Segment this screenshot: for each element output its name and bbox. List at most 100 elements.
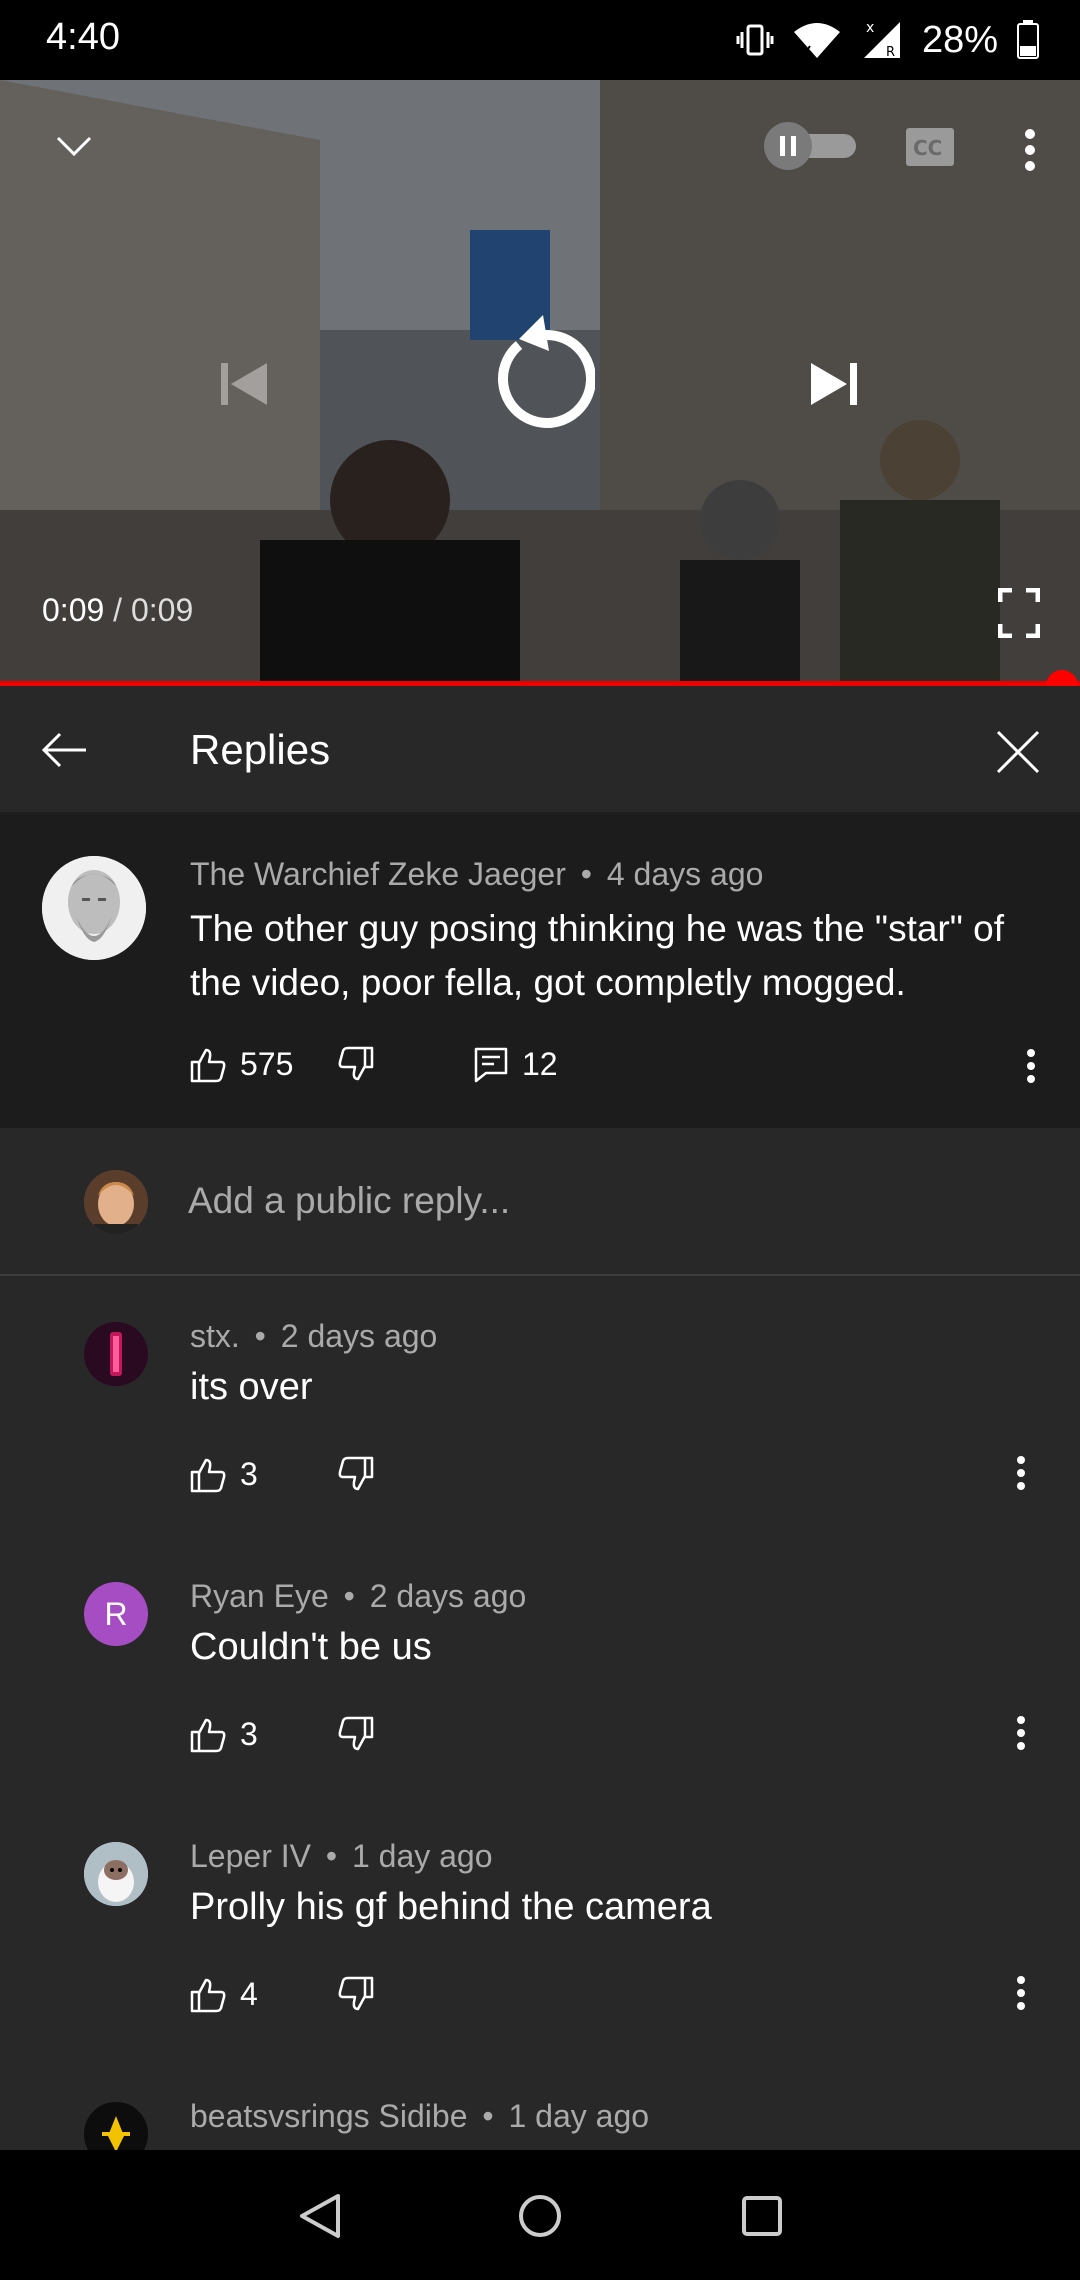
- duration: 0:09: [130, 592, 194, 628]
- like-button[interactable]: 575: [190, 1046, 293, 1083]
- dislike-button[interactable]: [338, 1456, 374, 1492]
- nav-recents-button[interactable]: [732, 2186, 792, 2246]
- thumbs-up-icon: [190, 1978, 226, 2012]
- back-button[interactable]: [34, 724, 94, 776]
- thumbs-up-icon: [190, 1718, 226, 1752]
- neon-avatar-image: [84, 1322, 148, 1386]
- more-vert-icon: [1017, 1456, 1025, 1490]
- thumbs-up-icon: [190, 1048, 226, 1082]
- nav-back-icon: [300, 2194, 340, 2238]
- reply-comment-icon: [474, 1047, 508, 1082]
- system-nav-bar: [0, 2150, 1080, 2280]
- thumbs-down-icon: [338, 1976, 374, 2011]
- comment-author[interactable]: The Warchief Zeke Jaeger: [190, 856, 566, 892]
- comment-more-button[interactable]: [1016, 1976, 1026, 2010]
- avatar[interactable]: [42, 856, 146, 960]
- comment-more-button[interactable]: [1016, 1456, 1026, 1490]
- next-button[interactable]: [804, 354, 864, 414]
- comment-meta: The Warchief Zeke Jaeger • 4 days ago: [190, 856, 763, 893]
- replay-icon: [497, 315, 595, 428]
- more-vert-icon: [1017, 1976, 1025, 2010]
- comment-text: Prolly his gf behind the camera: [190, 1886, 712, 1928]
- chevron-down-icon: [56, 136, 92, 157]
- more-vert-icon: [1027, 1049, 1035, 1083]
- avatar-letter: R: [104, 1595, 128, 1632]
- meta-dot: •: [254, 1318, 266, 1354]
- thumbs-down-icon: [338, 1716, 374, 1751]
- more-vert-icon: [1017, 1716, 1025, 1750]
- replies-button[interactable]: 12: [474, 1046, 558, 1083]
- reply-item: Leper IV • 1 day ago Prolly his gf behin…: [0, 1798, 1080, 2058]
- avatar[interactable]: [84, 2102, 148, 2150]
- statue-avatar-image: [42, 856, 146, 960]
- like-count: 4: [240, 1976, 258, 2012]
- previous-button[interactable]: [214, 354, 274, 414]
- comment-author[interactable]: Leper IV: [190, 1838, 311, 1874]
- svg-text:CC: CC: [913, 136, 942, 160]
- back-arrow-icon: [41, 732, 86, 768]
- close-button[interactable]: [990, 724, 1046, 780]
- like-count: 3: [240, 1456, 258, 1492]
- nav-home-button[interactable]: [510, 2186, 570, 2246]
- wifi-icon: [792, 20, 842, 60]
- comment-author[interactable]: beatsvsrings Sidibe: [190, 2098, 467, 2134]
- avatar[interactable]: R: [84, 1582, 148, 1646]
- comment-author[interactable]: stx.: [190, 1318, 240, 1354]
- next-icon: [811, 363, 857, 405]
- replies-header: Replies: [0, 686, 1080, 814]
- more-vert-icon: [1025, 129, 1035, 171]
- avatar[interactable]: [84, 1842, 148, 1906]
- like-button[interactable]: 3: [190, 1456, 258, 1493]
- video-player[interactable]: CC 0:09 / 0:09: [0, 80, 1080, 686]
- dog-avatar-image: [84, 1842, 148, 1906]
- comment-age: 4 days ago: [606, 856, 764, 892]
- signal-icon: x R: [860, 18, 904, 62]
- battery-icon: [1016, 20, 1040, 60]
- comment-more-button[interactable]: [1016, 1716, 1026, 1750]
- fullscreen-button[interactable]: [994, 586, 1044, 640]
- svg-text:x: x: [866, 20, 874, 36]
- dislike-button[interactable]: [338, 1976, 374, 2012]
- battery-percent: 28%: [921, 18, 998, 61]
- add-reply-input[interactable]: Add a public reply...: [188, 1180, 510, 1222]
- nav-recents-icon: [742, 2196, 782, 2236]
- reply-count: 12: [522, 1046, 558, 1082]
- status-bar: 4:40 x R 28%: [0, 0, 1080, 80]
- dislike-button[interactable]: [338, 1046, 374, 1082]
- comment-text-line: the video, poor fella, got completly mog…: [190, 962, 906, 1003]
- nav-back-button[interactable]: [290, 2186, 350, 2246]
- like-count: 3: [240, 1716, 258, 1752]
- replay-button[interactable]: [480, 308, 600, 438]
- meta-dot: •: [482, 2098, 494, 2134]
- dislike-button[interactable]: [338, 1716, 374, 1752]
- reply-item: stx. • 2 days ago its over 3: [0, 1278, 1080, 1538]
- nav-home-icon: [519, 2195, 561, 2237]
- time-separator: /: [113, 592, 123, 628]
- comment-meta: beatsvsrings Sidibe • 1 day ago: [190, 2098, 649, 2135]
- comment-author[interactable]: Ryan Eye: [190, 1578, 329, 1614]
- comment-meta: Ryan Eye • 2 days ago: [190, 1578, 526, 1615]
- status-icons: x R 28%: [736, 14, 1040, 66]
- comment-text: Couldn't be us: [190, 1626, 432, 1668]
- avatar[interactable]: [84, 1322, 148, 1386]
- meta-dot: •: [325, 1838, 338, 1874]
- fullscreen-icon: [998, 588, 1040, 638]
- minimize-button[interactable]: [48, 120, 100, 172]
- reply-item: beatsvsrings Sidibe • 1 day ago: [0, 2058, 1080, 2150]
- like-button[interactable]: 4: [190, 1976, 258, 2013]
- reply-item: R Ryan Eye • 2 days ago Couldn't be us 3: [0, 1538, 1080, 1798]
- comment-age: 2 days ago: [280, 1318, 438, 1354]
- user-avatar-image: [84, 1170, 148, 1234]
- autoplay-toggle[interactable]: [762, 120, 862, 172]
- like-button[interactable]: 3: [190, 1716, 258, 1753]
- svg-text:R: R: [886, 45, 895, 60]
- comment-age: 1 day ago: [508, 2098, 650, 2134]
- close-icon: [996, 730, 1040, 774]
- user-avatar: [84, 1170, 148, 1234]
- comment-more-button[interactable]: [1016, 1046, 1046, 1086]
- captions-button[interactable]: CC: [902, 124, 958, 170]
- comment-text: its over: [190, 1366, 313, 1408]
- add-reply-bar: Add a public reply...: [0, 1128, 1080, 1276]
- player-more-button[interactable]: [1010, 120, 1050, 180]
- comment-meta: Leper IV • 1 day ago: [190, 1838, 493, 1875]
